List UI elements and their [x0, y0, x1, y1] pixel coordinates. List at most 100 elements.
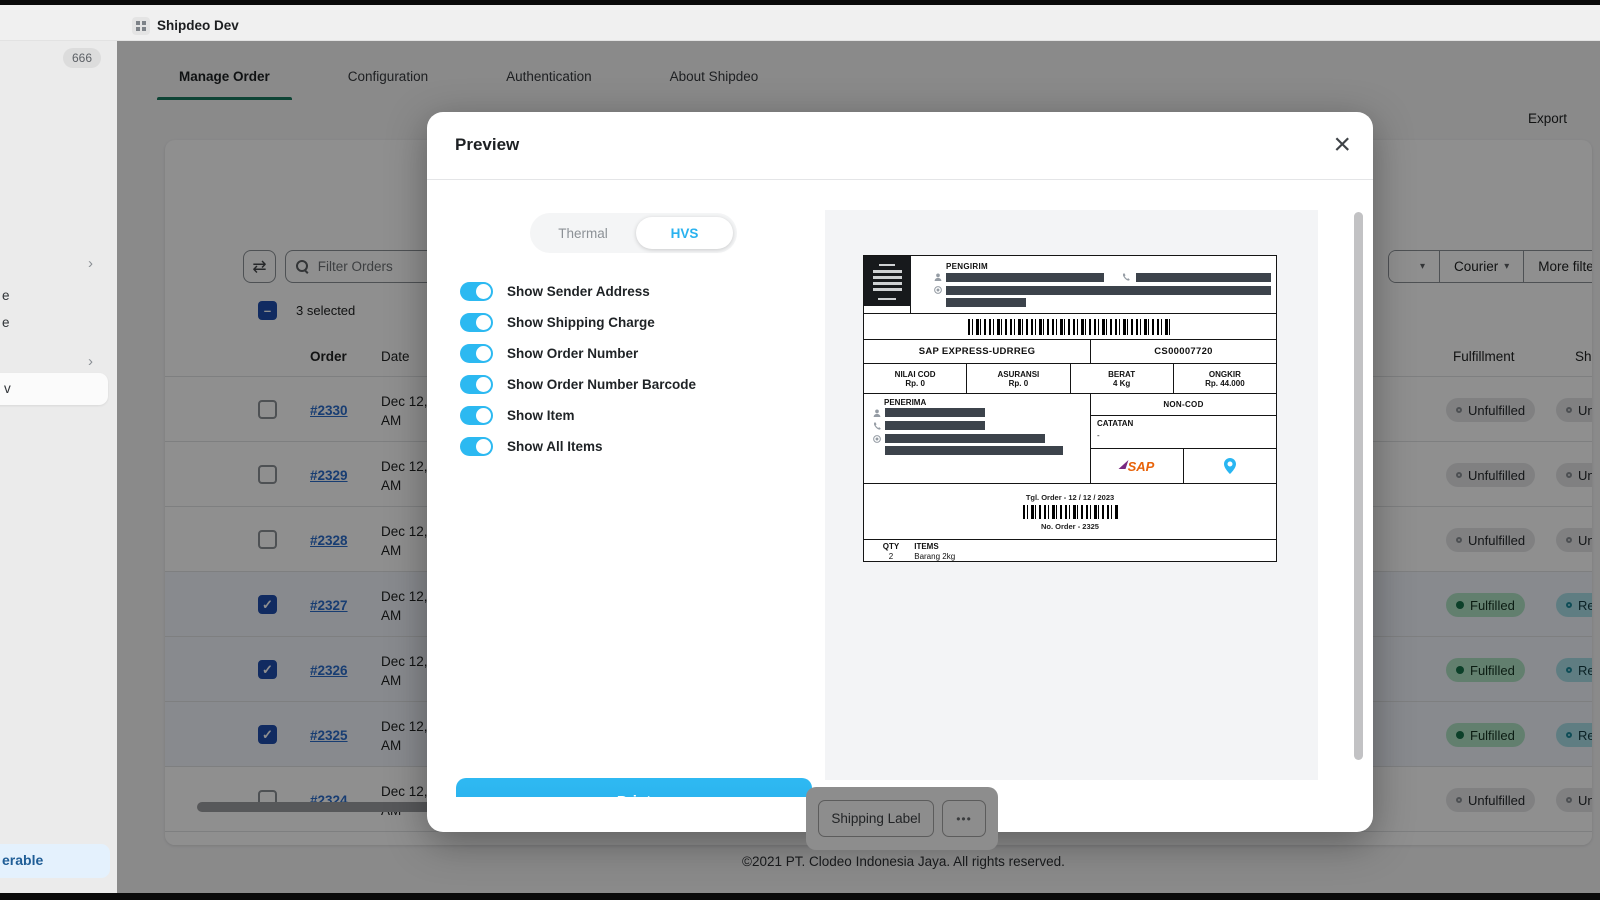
user-icon — [873, 409, 881, 417]
awb-barcode — [967, 318, 1173, 335]
toggle-switch-on[interactable] — [460, 313, 493, 332]
courier-logo-block — [864, 256, 911, 306]
receiver-address-redacted — [885, 434, 1045, 443]
label-service-row: SAP EXPRESS-UDRREG CS00007720 — [864, 339, 1276, 363]
penerima-block: PENERIMA — [864, 394, 1091, 483]
qty-value: 2 — [888, 552, 894, 561]
sidebar: 666 › e e › v erable — [0, 5, 117, 893]
items-header: ITEMS — [914, 542, 939, 551]
sender-phone-redacted — [1136, 273, 1271, 282]
print-button[interactable]: Print — [456, 778, 812, 797]
close-icon[interactable]: × — [1333, 125, 1351, 165]
sidebar-item-fragment[interactable]: e — [2, 315, 10, 330]
more-actions-button[interactable]: ••• — [942, 800, 986, 837]
sender-name-redacted — [946, 273, 1104, 282]
toggle-list: Show Sender Address Show Shipping Charge… — [460, 282, 696, 456]
cost-cell: NILAI COD Rp. 0 — [864, 364, 968, 393]
tgl-order-text: Tgl. Order - 12 / 12 / 2023 — [1025, 492, 1115, 502]
sidebar-count-badge: 666 — [62, 48, 101, 68]
user-icon — [934, 273, 942, 281]
toggle-label: Show Shipping Charge — [507, 315, 655, 330]
label-items-section: QTY ITEMS 2 Barang 2kg — [864, 539, 1276, 563]
bulk-actions-bar: Shipping Label ••• — [806, 787, 998, 850]
receiver-name-redacted — [885, 408, 985, 417]
letterbox-top — [0, 0, 1600, 5]
toggle-row: Show Order Number Barcode — [460, 375, 696, 394]
label-order-section: Tgl. Order - 12 / 12 / 2023 No. Order - … — [864, 483, 1276, 539]
phone-icon — [1122, 273, 1130, 281]
sender-address-redacted — [946, 286, 1271, 295]
catatan-title: CATATAN — [1097, 419, 1134, 428]
order-number-barcode — [1022, 504, 1118, 519]
cost-cell: ASURANSI Rp. 0 — [967, 364, 1071, 393]
catatan-value: - — [1097, 431, 1100, 440]
toggle-switch-on[interactable] — [460, 282, 493, 301]
label-receiver-section: PENERIMA NON-COD CATATAN - SAP — [864, 393, 1276, 483]
courier-logo-footer — [864, 306, 911, 313]
toggle-label: Show All Items — [507, 439, 603, 454]
sidebar-bottom-label: erable — [2, 852, 44, 868]
segment-hvs[interactable]: HVS — [636, 217, 733, 249]
item-name: Barang 2kg — [914, 552, 956, 561]
sidebar-bottom-item[interactable]: erable — [0, 844, 110, 878]
label-preview-panel: PENGIRIM SAP EXPRESS-UDRREG CS00007720 N… — [825, 210, 1318, 780]
preview-modal: Preview × Thermal HVS Show Sender Addres… — [427, 112, 1373, 832]
label-right-block: NON-COD CATATAN - SAP — [1091, 394, 1276, 483]
toggle-row: Show Order Number — [460, 344, 696, 363]
awb-number: CS00007720 — [1154, 346, 1213, 357]
pengirim-title: PENGIRIM — [946, 262, 988, 271]
sidebar-item-fragment[interactable]: e — [2, 288, 10, 303]
label-cost-row: NILAI COD Rp. 0 ASURANSI Rp. 0 BERAT 4 K… — [864, 363, 1276, 393]
address-icon — [934, 286, 942, 294]
toggle-switch-on[interactable] — [460, 406, 493, 425]
screen: Shipdeo Dev 666 › e e › v erable Manage … — [0, 0, 1600, 900]
toggle-label: Show Sender Address — [507, 284, 650, 299]
qty-header: QTY — [882, 542, 900, 551]
toggle-row: Show Item — [460, 406, 696, 425]
modal-header: Preview × — [427, 112, 1373, 180]
app-icon — [132, 17, 150, 35]
phone-icon — [873, 422, 881, 430]
app-title: Shipdeo Dev — [157, 18, 239, 33]
address-icon — [873, 435, 881, 443]
toggle-label: Show Order Number Barcode — [507, 377, 697, 392]
toggle-switch-on[interactable] — [460, 344, 493, 363]
receiver-address2-redacted — [885, 446, 1063, 455]
chevron-right-icon[interactable]: › — [88, 255, 93, 272]
paper-type-segmented-control: Thermal HVS — [530, 213, 737, 253]
letterbox-bottom — [0, 893, 1600, 900]
modal-title: Preview — [455, 135, 520, 154]
sap-logo-cell: SAP — [1091, 449, 1184, 483]
sender-address2-redacted — [946, 298, 1026, 307]
courier-service-name: SAP EXPRESS-UDRREG — [864, 340, 1091, 363]
no-order-text: No. Order - 2325 — [1041, 521, 1099, 531]
toggle-row: Show Shipping Charge — [460, 313, 696, 332]
catatan-block: CATATAN - — [1091, 416, 1276, 449]
shipping-label-document: PENGIRIM SAP EXPRESS-UDRREG CS00007720 N… — [863, 255, 1277, 562]
receiver-phone-redacted — [885, 421, 985, 430]
modal-vertical-scrollbar[interactable] — [1354, 212, 1363, 760]
print-button-clip: Print — [456, 778, 812, 797]
location-pin-icon — [1224, 458, 1236, 474]
toggle-switch-on[interactable] — [460, 437, 493, 456]
label-sender-section: PENGIRIM — [864, 256, 1276, 313]
cost-cell: BERAT 4 Kg — [1071, 364, 1174, 393]
toggle-label: Show Order Number — [507, 346, 639, 361]
noncod-label: NON-COD — [1091, 394, 1276, 416]
shipping-label-button[interactable]: Shipping Label — [818, 800, 934, 837]
sidebar-active-item[interactable]: v — [0, 373, 108, 405]
sap-logo: SAP — [1120, 459, 1155, 474]
toggle-label: Show Item — [507, 408, 575, 423]
pin-cell — [1184, 449, 1276, 483]
penerima-title: PENERIMA — [884, 398, 927, 407]
toggle-switch-on[interactable] — [460, 375, 493, 394]
label-awb-barcode-row — [864, 313, 1276, 339]
label-logo-row: SAP — [1091, 449, 1276, 483]
topbar: Shipdeo Dev — [0, 5, 1600, 41]
sidebar-active-label: v — [4, 381, 11, 396]
chevron-right-icon[interactable]: › — [88, 353, 93, 370]
toggle-row: Show All Items — [460, 437, 696, 456]
segment-thermal[interactable]: Thermal — [530, 213, 636, 253]
toggle-row: Show Sender Address — [460, 282, 696, 301]
cost-cell: ONGKIR Rp. 44.000 — [1205, 369, 1245, 388]
